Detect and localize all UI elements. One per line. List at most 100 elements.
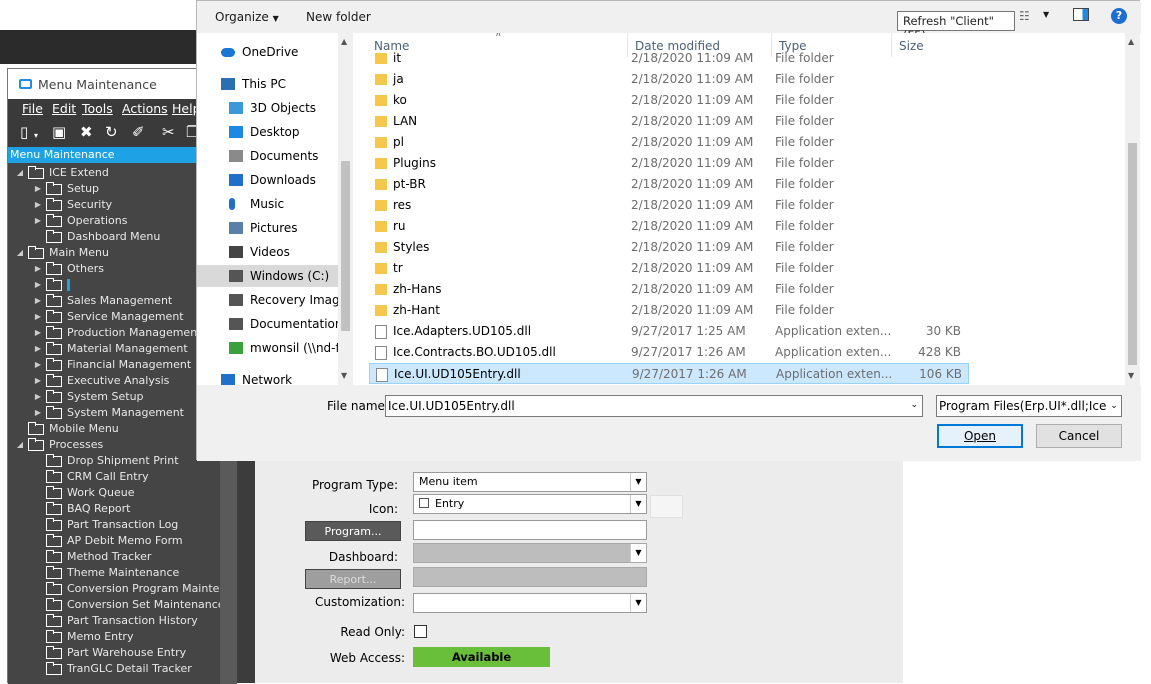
menu-tools[interactable]: Tools (82, 101, 113, 116)
file-row[interactable]: Plugins 2/18/2020 11:09 AM File folder (369, 153, 969, 174)
clear-icon[interactable]: ✐ (132, 124, 145, 140)
file-row[interactable]: ru 2/18/2020 11:09 AM File folder (369, 216, 969, 237)
chevron-down-icon[interactable]: ▼ (630, 544, 646, 562)
tree-item[interactable]: ◢ Processes (8, 437, 220, 453)
save-icon[interactable]: ▣ (52, 124, 66, 140)
chevron-down-icon[interactable]: ▼ (630, 594, 646, 612)
preview-pane-icon[interactable] (1073, 8, 1089, 21)
new-icon[interactable]: ▯ (20, 124, 28, 140)
file-row[interactable]: LAN 2/18/2020 11:09 AM File folder (369, 111, 969, 132)
nav-item[interactable]: Music (197, 193, 338, 215)
chevron-down-icon[interactable]: ⌄ (1107, 396, 1121, 416)
expand-arrow-icon[interactable]: ▶ (34, 213, 42, 229)
tree-item[interactable]: ▶ System Setup (8, 389, 220, 405)
new-folder-button[interactable]: New folder (306, 10, 371, 24)
tree-item[interactable]: Conversion Program Mainten (8, 581, 220, 597)
file-row[interactable]: ja 2/18/2020 11:09 AM File folder (369, 69, 969, 90)
nav-scroll-thumb[interactable] (341, 161, 350, 331)
file-name-input[interactable]: Ice.UI.UD105Entry.dll ⌄ (385, 395, 923, 417)
read-only-checkbox[interactable] (414, 625, 427, 638)
tree-item[interactable]: Part Transaction Log (8, 517, 220, 533)
nav-item[interactable]: mwonsil (\\nd-f (197, 337, 338, 359)
file-row[interactable]: zh-Hans 2/18/2020 11:09 AM File folder (369, 279, 969, 300)
nav-item[interactable]: Desktop (197, 121, 338, 143)
scroll-down-icon[interactable]: ▼ (1128, 371, 1134, 380)
tree-item[interactable]: Work Queue (8, 485, 220, 501)
tree-item[interactable]: TranGLC Detail Tracker (8, 661, 220, 677)
program-type-select[interactable]: Menu item ▼ (413, 472, 647, 492)
tree-item[interactable]: Part Warehouse Entry (8, 645, 220, 661)
tree-item[interactable]: Mobile Menu (8, 421, 220, 437)
program-input[interactable] (413, 520, 647, 540)
file-row[interactable]: it 2/18/2020 11:09 AM File folder (369, 48, 969, 69)
file-row[interactable]: Ice.Contracts.BO.UD105.dll 9/27/2017 1:26… (369, 342, 969, 363)
tree-item[interactable]: BAQ Report (8, 501, 220, 517)
nav-item[interactable]: Recovery Image (197, 289, 338, 311)
tree-item[interactable]: CRM Call Entry (8, 469, 220, 485)
tree-item[interactable]: ▶ Sales Management (8, 293, 220, 309)
icon-select[interactable]: Entry ▼ (413, 494, 647, 514)
refresh-icon[interactable]: ↻ (105, 124, 118, 140)
tree-item[interactable]: Drop Shipment Print (8, 453, 220, 469)
delete-icon[interactable]: ✖ (80, 124, 93, 140)
help-icon[interactable]: ? (1111, 8, 1127, 24)
menu-edit[interactable]: Edit (52, 101, 76, 116)
cut-icon[interactable]: ✂ (162, 124, 175, 140)
nav-item[interactable]: Documentation (197, 313, 338, 335)
tree-item[interactable]: ▶ Executive Analysis (8, 373, 220, 389)
view-dropdown-icon[interactable]: ▼ (1043, 10, 1049, 19)
organize-button[interactable]: Organize ▼ (215, 10, 279, 24)
nav-item[interactable]: OneDrive (197, 41, 338, 63)
cancel-button[interactable]: Cancel (1036, 424, 1122, 448)
tree-item[interactable]: ▶ System Management (8, 405, 220, 421)
chevron-down-icon[interactable]: ▼ (630, 495, 646, 513)
expand-arrow-icon[interactable]: ▶ (34, 277, 42, 293)
nav-item[interactable]: Downloads (197, 169, 338, 191)
tree-item[interactable]: AP Debit Memo Form (8, 533, 220, 549)
chevron-down-icon[interactable]: ⌄ (910, 400, 918, 410)
nav-item[interactable]: Videos (197, 241, 338, 263)
file-row[interactable]: Ice.Adapters.UD105.dll 9/27/2017 1:25 AM A… (369, 321, 969, 342)
expand-arrow-icon[interactable]: ▶ (34, 389, 42, 405)
nav-item[interactable]: 3D Objects (197, 97, 338, 119)
tree-item[interactable]: Conversion Set Maintenance (8, 597, 220, 613)
tree-item[interactable]: Dashboard Menu (8, 229, 220, 245)
scroll-down-icon[interactable]: ▼ (341, 371, 347, 380)
tree-item[interactable]: ▶ Material Management (8, 341, 220, 357)
file-scroll-thumb[interactable] (1128, 143, 1137, 365)
tree-item[interactable]: ▶ (8, 277, 220, 293)
expand-arrow-icon[interactable]: ▶ (34, 261, 42, 277)
expand-arrow-icon[interactable]: ▶ (34, 309, 42, 325)
menu-file[interactable]: File (22, 101, 43, 116)
open-button[interactable]: Open (937, 424, 1023, 448)
tree-item[interactable]: ◢ Main Menu (8, 245, 220, 261)
customization-select[interactable]: ▼ (413, 593, 647, 613)
tree-item[interactable]: Memo Entry (8, 629, 220, 645)
nav-item[interactable]: Pictures (197, 217, 338, 239)
file-row[interactable]: zh-Hant 2/18/2020 11:09 AM File folder (369, 300, 969, 321)
file-row[interactable]: ko 2/18/2020 11:09 AM File folder (369, 90, 969, 111)
web-access-status[interactable]: Available (413, 647, 550, 667)
expand-arrow-icon[interactable]: ▶ (34, 357, 42, 373)
tree-item[interactable]: Theme Maintenance (8, 565, 220, 581)
menu-actions[interactable]: Actions (122, 101, 168, 116)
scroll-up-icon[interactable]: ▲ (341, 37, 347, 46)
expand-arrow-icon[interactable]: ▶ (34, 373, 42, 389)
collapse-arrow-icon[interactable]: ◢ (16, 165, 24, 181)
file-row[interactable]: Ice.UI.UD105Entry.dll 9/27/2017 1:26 AM Ap… (369, 363, 969, 384)
tree-item[interactable]: Method Tracker (8, 549, 220, 565)
file-type-select[interactable]: Program Files(Erp.UI*.dll;Ice.UI* ⌄ (936, 395, 1122, 417)
tree-item[interactable]: ▶ Operations (8, 213, 220, 229)
expand-arrow-icon[interactable]: ▶ (34, 181, 42, 197)
tree-item[interactable]: ▶ Security (8, 197, 220, 213)
collapse-arrow-icon[interactable]: ◢ (16, 245, 24, 261)
chevron-down-icon[interactable]: ▼ (630, 473, 646, 491)
expand-arrow-icon[interactable]: ▶ (34, 325, 42, 341)
tree-item[interactable]: ▶ Financial Management (8, 357, 220, 373)
program-button[interactable]: Program... (305, 521, 401, 541)
file-row[interactable]: res 2/18/2020 11:09 AM File folder (369, 195, 969, 216)
expand-arrow-icon[interactable]: ▶ (34, 197, 42, 213)
dashboard-select[interactable]: ▼ (413, 543, 647, 563)
menu-tree[interactable]: ◢ ICE Extend ▶ Setup ▶ Security ▶ Operations Das… (8, 163, 220, 684)
scroll-up-icon[interactable]: ▲ (1128, 37, 1134, 46)
